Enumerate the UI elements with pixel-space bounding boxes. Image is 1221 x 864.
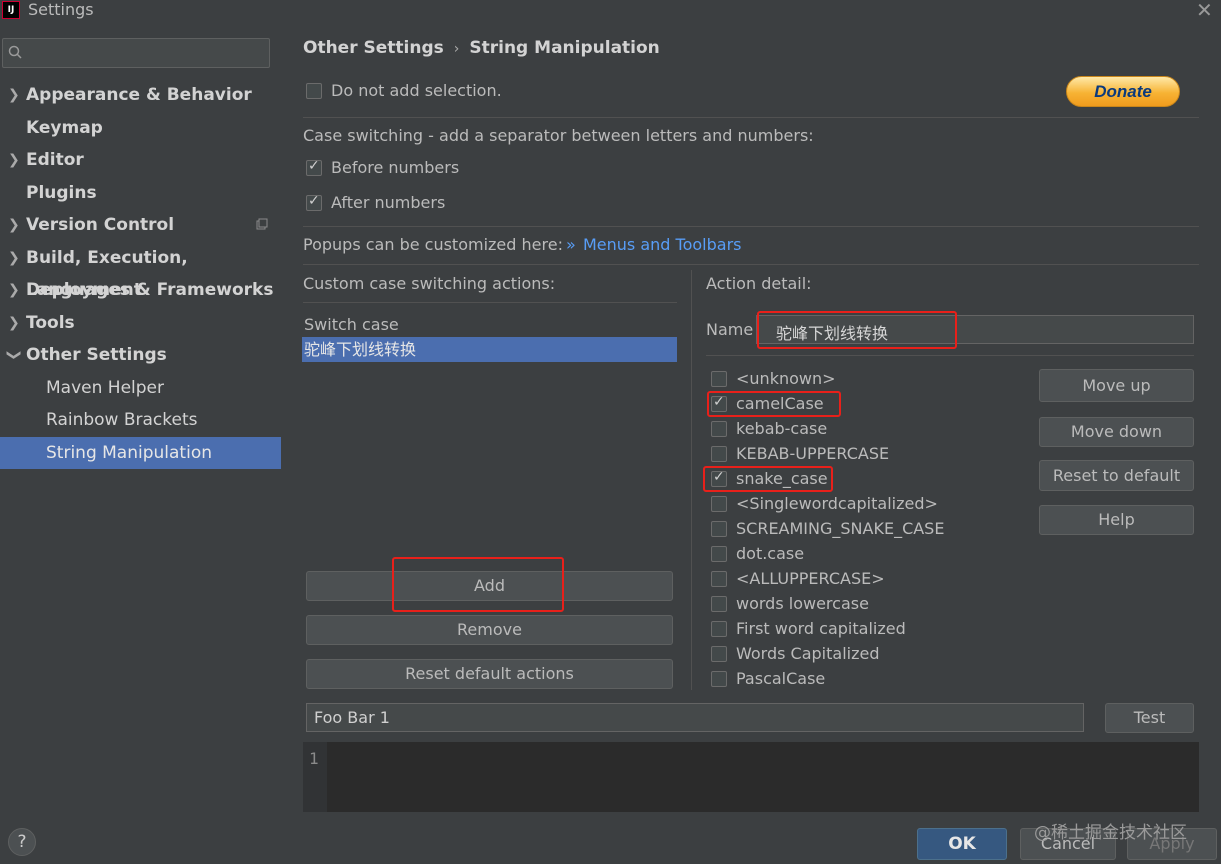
title-bar bbox=[0, 0, 1221, 22]
menus-and-toolbars-link[interactable]: Menus and Toolbars bbox=[583, 235, 742, 254]
move-down-button[interactable]: Move down bbox=[1039, 417, 1194, 447]
custom-actions-label: Custom case switching actions: bbox=[303, 274, 556, 293]
code-editor[interactable] bbox=[303, 742, 1199, 814]
do-not-add-selection-label: Do not add selection. bbox=[331, 81, 502, 100]
sidebar-item-tools[interactable]: ❯ Tools bbox=[0, 307, 281, 339]
app-icon: IJ bbox=[2, 1, 20, 19]
breadcrumb-parent[interactable]: Other Settings bbox=[303, 38, 444, 58]
chevron-right-icon: ❯ bbox=[8, 217, 20, 233]
window-title: Settings bbox=[28, 0, 94, 19]
case-label: words lowercase bbox=[736, 594, 869, 613]
sidebar-item-string-manipulation[interactable]: String Manipulation bbox=[0, 437, 281, 469]
sidebar-item-keymap[interactable]: Keymap bbox=[0, 112, 281, 144]
chevron-right-icon: ❯ bbox=[8, 250, 20, 266]
case-label: Words Capitalized bbox=[736, 644, 880, 663]
breadcrumb-separator: › bbox=[453, 41, 460, 57]
case-checkbox-screaming-snake-case[interactable] bbox=[711, 521, 727, 537]
help-icon[interactable]: ? bbox=[8, 828, 36, 856]
sidebar-item-rainbow-brackets[interactable]: Rainbow Brackets bbox=[0, 404, 281, 436]
breadcrumb: Other Settings › String Manipulation bbox=[303, 38, 660, 58]
help-button[interactable]: Help bbox=[1039, 505, 1194, 535]
sidebar-item-languages-frameworks[interactable]: ❯ Languages & Frameworks bbox=[0, 274, 281, 306]
sidebar-item-build-execution-deployment[interactable]: ❯ Build, Execution, Deployment bbox=[0, 242, 281, 300]
divider bbox=[706, 355, 1194, 356]
case-label: <unknown> bbox=[736, 369, 836, 388]
case-checkbox-dot-case[interactable] bbox=[711, 546, 727, 562]
case-checkbox-words-capitalized[interactable] bbox=[711, 646, 727, 662]
sidebar-item-version-control[interactable]: ❯ Version Control bbox=[0, 209, 281, 241]
test-input[interactable] bbox=[306, 703, 1084, 732]
line-number: 1 bbox=[309, 749, 319, 768]
case-label: <Singlewordcapitalized> bbox=[736, 494, 938, 513]
after-numbers-label: After numbers bbox=[331, 193, 446, 212]
chevron-right-icon: ❯ bbox=[8, 152, 20, 168]
case-checkbox-words-lowercase[interactable] bbox=[711, 596, 727, 612]
chevron-right-icon: ❯ bbox=[8, 282, 20, 298]
case-label: <ALLUPPERCASE> bbox=[736, 569, 885, 588]
case-checkbox-unknown[interactable] bbox=[711, 371, 727, 387]
case-checkbox-singlewordcapitalized[interactable] bbox=[711, 496, 727, 512]
before-numbers-label: Before numbers bbox=[331, 158, 460, 177]
sidebar-item-maven-helper[interactable]: Maven Helper bbox=[0, 372, 281, 404]
remove-button[interactable]: Remove bbox=[306, 615, 673, 645]
test-button[interactable]: Test bbox=[1105, 703, 1194, 733]
breadcrumb-current: String Manipulation bbox=[469, 38, 660, 58]
case-label: PascalCase bbox=[736, 669, 826, 688]
case-checkbox-pascalcase[interactable] bbox=[711, 671, 727, 687]
chevron-right-icon: ❯ bbox=[8, 87, 20, 103]
sidebar-item-editor[interactable]: ❯ Editor bbox=[0, 144, 281, 176]
reset-default-actions-button[interactable]: Reset default actions bbox=[306, 659, 673, 689]
highlight-add-button bbox=[392, 557, 564, 612]
vertical-divider bbox=[691, 270, 692, 690]
case-label: KEBAB-UPPERCASE bbox=[736, 444, 890, 463]
case-label: First word capitalized bbox=[736, 619, 906, 638]
action-detail-label: Action detail: bbox=[706, 274, 812, 293]
after-numbers-checkbox[interactable] bbox=[306, 193, 322, 211]
search-icon bbox=[8, 45, 22, 59]
chevron-right-icon: ❯ bbox=[8, 315, 20, 331]
case-label: SCREAMING_SNAKE_CASE bbox=[736, 519, 945, 538]
sidebar-item-other-settings[interactable]: ❯ Other Settings bbox=[0, 339, 281, 371]
move-up-button[interactable]: Move up bbox=[1039, 369, 1194, 402]
reset-to-default-button[interactable]: Reset to default bbox=[1039, 460, 1194, 491]
case-checkbox-alluppercase[interactable] bbox=[711, 571, 727, 587]
case-checkbox-kebab-uppercase[interactable] bbox=[711, 446, 727, 462]
sidebar-item-plugins[interactable]: Plugins bbox=[0, 177, 281, 209]
test-input-value: Foo Bar 1 bbox=[314, 708, 390, 727]
sidebar-item-appearance-behavior[interactable]: ❯ Appearance & Behavior bbox=[0, 79, 281, 111]
popups-label: Popups can be customized here: bbox=[303, 235, 563, 254]
close-icon[interactable]: ✕ bbox=[1196, 0, 1213, 22]
do-not-add-selection-checkbox[interactable] bbox=[306, 83, 322, 99]
highlight-camelcase bbox=[707, 391, 841, 417]
divider bbox=[303, 226, 1199, 227]
double-chevron-icon: » bbox=[566, 235, 576, 254]
watermark: @稀土掘金技术社区 bbox=[1034, 823, 1187, 843]
name-label: Name bbox=[706, 320, 754, 339]
highlight-snake-case bbox=[703, 466, 833, 492]
list-item-switch-case[interactable]: Switch case bbox=[304, 315, 399, 334]
case-label: dot.case bbox=[736, 544, 805, 563]
ok-button[interactable]: OK bbox=[917, 828, 1007, 860]
case-switching-label: Case switching - add a separator between… bbox=[303, 126, 814, 145]
highlight-name-field bbox=[757, 311, 957, 349]
settings-search-input[interactable] bbox=[2, 38, 270, 68]
divider bbox=[303, 302, 677, 303]
case-label: kebab-case bbox=[736, 419, 828, 438]
divider bbox=[303, 264, 1199, 265]
project-settings-icon bbox=[256, 218, 268, 230]
donate-button[interactable]: Donate bbox=[1066, 76, 1180, 107]
list-item-selected-action[interactable]: 驼峰下划线转换 bbox=[302, 337, 677, 362]
case-checkbox-first-word-capitalized[interactable] bbox=[711, 621, 727, 637]
case-checkbox-kebab-case[interactable] bbox=[711, 421, 727, 437]
divider bbox=[303, 117, 1199, 118]
before-numbers-checkbox[interactable] bbox=[306, 158, 322, 176]
